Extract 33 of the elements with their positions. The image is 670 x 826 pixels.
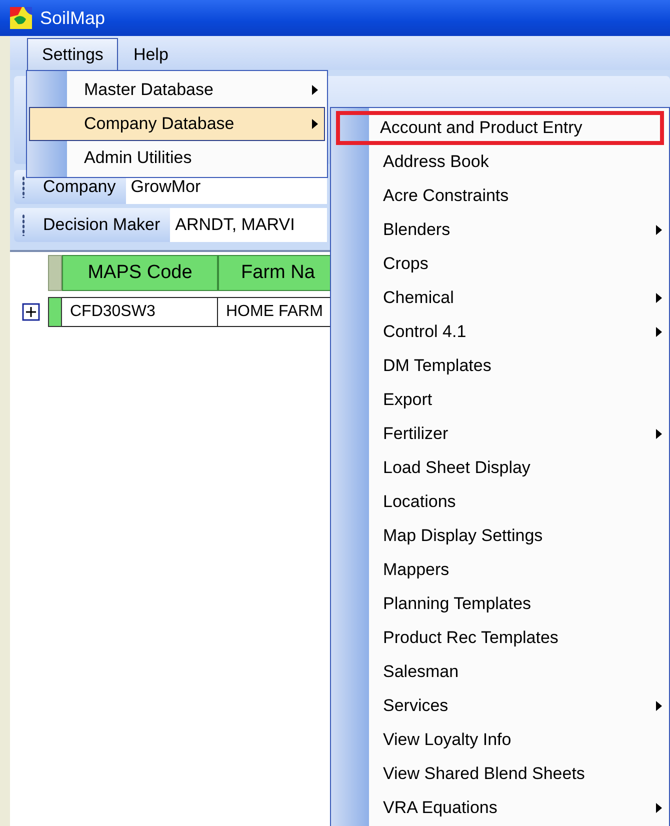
window-title: SoilMap <box>40 8 106 28</box>
menu-item[interactable]: Locations <box>331 485 669 519</box>
menu-item[interactable]: Fertilizer <box>331 417 669 451</box>
grip-icon <box>22 176 25 198</box>
menu-item[interactable]: Services <box>331 689 669 723</box>
table-cell: CFD30SW3 <box>62 297 218 327</box>
row-indicator[interactable] <box>48 297 62 327</box>
field-label: Decision Maker <box>42 214 162 236</box>
column-header[interactable]: MAPS Code <box>62 255 218 291</box>
menu-item[interactable]: Planning Templates <box>331 587 669 621</box>
field-label: Company <box>42 176 117 198</box>
input-field[interactable]: ARNDT, MARVI <box>170 208 327 242</box>
menu-item[interactable]: Map Display Settings <box>331 519 669 553</box>
menu-item[interactable]: Product Rec Templates <box>331 621 669 655</box>
menu-item[interactable]: Address Book <box>331 145 669 179</box>
menu-item[interactable]: Settings <box>27 38 118 70</box>
menu-item[interactable]: Mappers <box>331 553 669 587</box>
menu-item[interactable]: Blenders <box>331 213 669 247</box>
menu-item[interactable]: DM Templates <box>331 349 669 383</box>
menu-item[interactable]: Company Database <box>29 107 325 141</box>
menu-item[interactable]: Load Sheet Display <box>331 451 669 485</box>
menu-item[interactable]: VRA Equations <box>331 791 669 825</box>
expand-icon[interactable] <box>22 303 40 321</box>
menu-item[interactable]: View Shared Blend Sheets <box>331 757 669 791</box>
menu-item[interactable]: Account and Product Entry <box>336 111 664 145</box>
app-logo-icon <box>10 7 32 29</box>
menu-item[interactable]: Master Database <box>29 73 325 107</box>
menu-item[interactable]: Acre Constraints <box>331 179 669 213</box>
menu-item[interactable]: View Loyalty Info <box>331 723 669 757</box>
menu-item[interactable]: Salesman <box>331 655 669 689</box>
menu-item[interactable]: Help <box>118 38 184 70</box>
menu-item[interactable]: Export <box>331 383 669 417</box>
grip-icon <box>22 214 25 236</box>
